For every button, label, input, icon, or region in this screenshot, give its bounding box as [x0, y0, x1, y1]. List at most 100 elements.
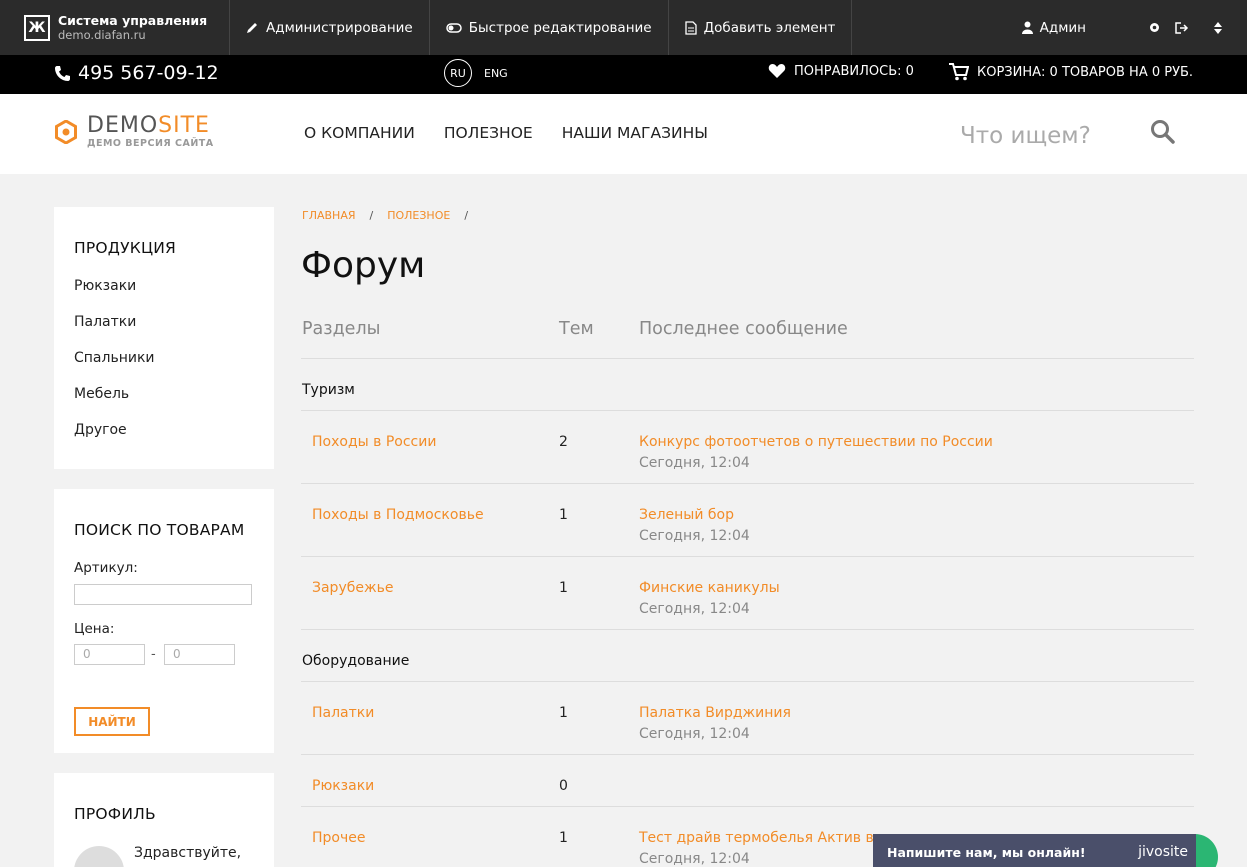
column-header-last-message: Последнее сообщение [639, 319, 848, 339]
breadcrumb-home[interactable]: ГЛАВНАЯ [302, 209, 356, 222]
phone-number: 495 567-09-12 [78, 62, 219, 84]
article-input[interactable] [74, 584, 252, 605]
breadcrumb-useful[interactable]: ПОЛЕЗНОЕ [387, 209, 450, 222]
column-header-sections: Разделы [302, 319, 381, 339]
forum-topic-count: 1 [559, 507, 568, 523]
last-message-date: Сегодня, 12:04 [639, 726, 750, 742]
forum-name-link[interactable]: Походы в Подмосковье [312, 507, 484, 523]
nav-stores[interactable]: НАШИ МАГАЗИНЫ [562, 124, 708, 142]
forum-section-title: Туризм [302, 382, 355, 398]
chat-widget[interactable]: Напишите нам, мы онлайн! jivosite [873, 834, 1196, 867]
last-message-date: Сегодня, 12:04 [639, 528, 750, 544]
product-search-title: ПОИСК ПО ТОВАРАМ [74, 521, 245, 539]
forum-name-link[interactable]: Рюкзаки [312, 778, 374, 794]
forum-name-link[interactable]: Зарубежье [312, 580, 393, 596]
user-icon [1021, 21, 1033, 34]
last-message-link[interactable]: Финские каникулы [639, 580, 780, 596]
product-link-tents[interactable]: Палатки [74, 314, 155, 350]
admin-logo[interactable]: Ж Система управления demo.diafan.ru [0, 0, 230, 55]
price-from-input[interactable]: 0 [74, 644, 145, 665]
products-title: ПРОДУКЦИЯ [74, 239, 176, 257]
nav-useful[interactable]: ПОЛЕЗНОЕ [444, 124, 533, 142]
forum-topic-count: 1 [559, 580, 568, 596]
profile-title: ПРОФИЛЬ [74, 805, 156, 823]
breadcrumb-separator: / [464, 209, 469, 222]
product-link-other[interactable]: Другое [74, 422, 155, 458]
last-message-link[interactable]: Конкурс фотоотчетов о путешествии по Рос… [639, 434, 993, 450]
nav-about[interactable]: О КОМПАНИИ [304, 124, 415, 142]
admin-user[interactable]: Админ [1021, 19, 1086, 36]
search-icon[interactable] [1150, 119, 1176, 145]
jivosite-logo: jivosite [1138, 844, 1188, 860]
last-message-date: Сегодня, 12:04 [639, 851, 750, 867]
divider [301, 358, 1194, 359]
cart-link[interactable]: КОРЗИНА: 0 ТОВАРОВ НА 0 РУБ. [949, 63, 1193, 81]
divider [301, 629, 1194, 630]
admin-domain: demo.diafan.ru [58, 28, 146, 42]
divider [301, 410, 1194, 411]
document-icon [684, 20, 697, 35]
forum-section-title: Оборудование [302, 653, 410, 669]
chat-text: Напишите нам, мы онлайн! [887, 845, 1086, 860]
admin-user-name: Админ [1039, 19, 1086, 36]
last-message-link[interactable]: Палатка Вирджиния [639, 705, 791, 721]
article-label: Артикул: [74, 560, 138, 576]
divider [301, 556, 1194, 557]
gear-icon[interactable] [1148, 21, 1161, 34]
last-message-link[interactable]: Тест драйв термобелья Актив в усл [639, 830, 903, 846]
logout-icon[interactable] [1175, 21, 1189, 34]
last-message-date: Сегодня, 12:04 [639, 455, 750, 471]
divider [301, 483, 1194, 484]
search-input[interactable]: Что ищем? [960, 123, 1091, 149]
admin-link-administration-label: Администрирование [266, 19, 413, 36]
admin-link-add-element-label: Добавить элемент [703, 19, 836, 36]
likes-link[interactable]: ПОНРАВИЛОСЬ: 0 [768, 63, 914, 79]
price-to-input[interactable]: 0 [164, 644, 235, 665]
sort-arrows-icon[interactable] [1213, 21, 1223, 35]
diafan-logo-icon: Ж [24, 14, 50, 41]
site-header: DEMOSITE ДЕМО ВЕРСИЯ САЙТА О КОМПАНИИ ПО… [0, 94, 1247, 174]
admin-bar: Ж Система управления demo.diafan.ru Адми… [0, 0, 1247, 55]
avatar [74, 846, 124, 867]
column-header-topics: Тем [559, 319, 594, 339]
admin-link-quick-edit-label: Быстрое редактирование [468, 19, 652, 36]
main-nav: О КОМПАНИИ ПОЛЕЗНОЕ НАШИ МАГАЗИНЫ [304, 124, 708, 142]
page-title: Форум [301, 245, 426, 286]
last-message-date: Сегодня, 12:04 [639, 601, 750, 617]
pencil-icon [247, 23, 257, 33]
product-link-furniture[interactable]: Мебель [74, 386, 155, 422]
logo-icon [55, 120, 77, 144]
product-link-backpacks[interactable]: Рюкзаки [74, 278, 155, 314]
heart-icon [768, 64, 786, 78]
divider [301, 754, 1194, 755]
forum-topic-count: 1 [559, 705, 568, 721]
phone-icon [55, 65, 70, 81]
phone[interactable]: 495 567-09-12 [54, 62, 219, 84]
forum-topic-count: 0 [559, 778, 568, 794]
forum-name-link[interactable]: Палатки [312, 705, 374, 721]
forum-topic-count: 1 [559, 830, 568, 846]
lang-eng[interactable]: ENG [484, 67, 508, 80]
forum-name-link[interactable]: Походы в России [312, 434, 436, 450]
divider [301, 806, 1194, 807]
last-message-link[interactable]: Зеленый бор [639, 507, 734, 523]
top-bar: 495 567-09-12 RU ENG ПОНРАВИЛОСЬ: 0 КОРЗ… [0, 55, 1247, 94]
find-button[interactable]: НАЙТИ [74, 707, 150, 736]
divider [301, 681, 1194, 682]
product-link-sleeping-bags[interactable]: Спальники [74, 350, 155, 386]
forum-name-link[interactable]: Прочее [312, 830, 365, 846]
profile-greeting: Здравствуйте, [134, 845, 242, 861]
brand-site: SITE [158, 113, 210, 138]
price-label: Цена: [74, 621, 115, 637]
admin-link-quick-edit[interactable]: Быстрое редактирование [430, 0, 669, 55]
admin-link-add-element[interactable]: Добавить элемент [669, 0, 853, 55]
cart-icon [949, 63, 969, 81]
products-panel: ПРОДУКЦИЯ Рюкзаки Палатки Спальники Мебе… [54, 207, 274, 469]
cart-label: КОРЗИНА: 0 ТОВАРОВ НА 0 РУБ. [977, 64, 1194, 80]
breadcrumb: ГЛАВНАЯ / ПОЛЕЗНОЕ / [302, 209, 468, 222]
likes-label: ПОНРАВИЛОСЬ: 0 [794, 63, 914, 79]
admin-title: Система управления [58, 13, 208, 28]
site-logo[interactable]: DEMOSITE ДЕМО ВЕРСИЯ САЙТА [54, 114, 214, 150]
lang-ru[interactable]: RU [444, 59, 472, 87]
admin-link-administration[interactable]: Администрирование [230, 0, 430, 55]
